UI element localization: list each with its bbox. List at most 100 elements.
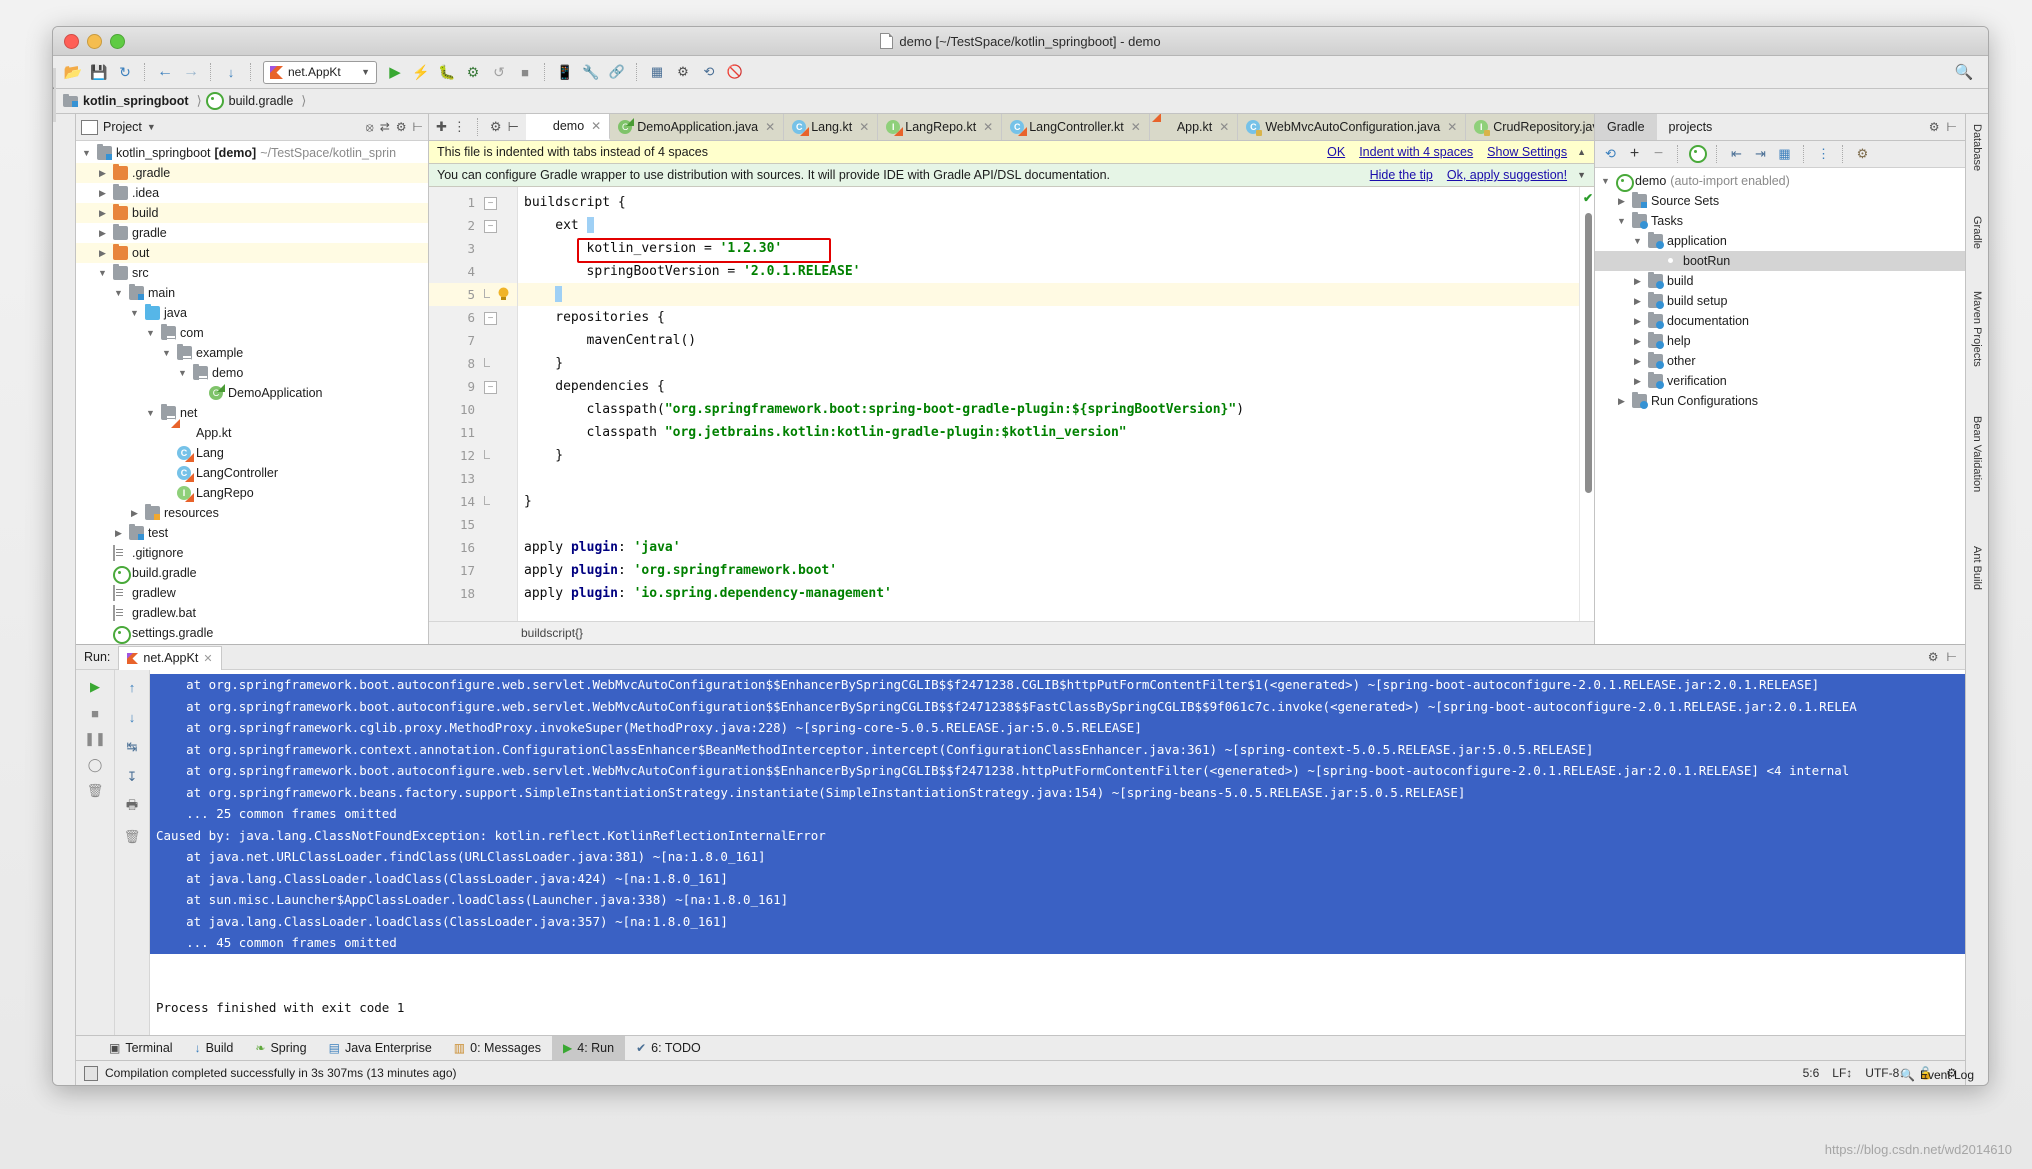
chevron-down-icon[interactable]: ▼ <box>147 122 156 132</box>
collapse-arrow-icon[interactable]: ▼ <box>160 348 173 358</box>
intention-bulb-icon[interactable] <box>497 287 510 301</box>
close-icon[interactable]: ✕ <box>983 120 993 134</box>
caret-position[interactable]: 5:6 <box>1803 1066 1820 1080</box>
tab-projects[interactable]: projects <box>1657 114 1725 140</box>
tree-row[interactable]: ▶ .idea <box>76 183 428 203</box>
close-icon[interactable]: ✕ <box>765 120 775 134</box>
sidebar-tab-web[interactable]: Web <box>53 904 56 934</box>
expand-arrow-icon[interactable]: ▶ <box>1631 336 1644 347</box>
gradle-tree-row[interactable]: ▶ documentation <box>1595 311 1965 331</box>
tool-window-button-run[interactable]: ▶ 4: Run <box>552 1036 626 1060</box>
gradle-tree-row[interactable]: ▶ Source Sets <box>1595 191 1965 211</box>
tree-row[interactable]: App.kt <box>76 423 428 443</box>
breadcrumb-item-project[interactable]: kotlin_springboot <box>61 93 195 108</box>
search-everywhere-icon[interactable]: 🔍 <box>1952 60 1976 84</box>
no-entry-icon[interactable]: 🚫 <box>723 60 747 84</box>
expand-all-icon[interactable]: ⇤ <box>1726 144 1747 165</box>
tree-row[interactable]: I LangRepo <box>76 483 428 503</box>
open-folder-icon[interactable]: 📂 <box>61 60 85 84</box>
expand-arrow-icon[interactable]: ▶ <box>112 528 125 539</box>
fold-end-icon[interactable] <box>484 450 490 459</box>
tree-row[interactable]: gradlew <box>76 583 428 603</box>
gradle-tree-row[interactable]: ▶ other <box>1595 351 1965 371</box>
collapse-arrow-icon[interactable]: ▼ <box>128 308 141 318</box>
expand-icon[interactable]: ⇄ <box>380 120 390 134</box>
history-icon[interactable]: ✚ <box>436 119 447 135</box>
sidebar-tab-structure[interactable]: 7: Structure <box>53 935 56 1000</box>
fold-collapse-icon[interactable]: − <box>484 197 497 210</box>
gradle-tree-row[interactable]: ▶ verification <box>1595 371 1965 391</box>
close-icon[interactable]: ✕ <box>203 652 212 665</box>
editor-tab[interactable]: C Lang.kt ✕ <box>784 114 879 140</box>
event-log-button[interactable]: 🔍 Event Log <box>1900 1068 1974 1082</box>
add-icon[interactable]: + <box>1624 144 1645 165</box>
collapse-all-icon[interactable]: ⇥ <box>1750 144 1771 165</box>
scroll-to-end-icon[interactable]: ↧ <box>121 766 143 788</box>
close-button[interactable] <box>64 33 79 49</box>
close-icon[interactable]: ✕ <box>591 119 601 133</box>
expand-arrow-icon[interactable]: ▶ <box>96 248 109 259</box>
gear-icon[interactable]: ⚙ <box>1928 650 1939 664</box>
breadcrumb-item-file[interactable]: build.gradle <box>204 92 300 110</box>
banner-link-hide-tip[interactable]: Hide the tip <box>1370 168 1433 182</box>
settings-icon[interactable]: ⚙ <box>671 60 695 84</box>
tool-window-button-todo[interactable]: ✔ 6: TODO <box>625 1036 712 1060</box>
banner-link-settings[interactable]: Show Settings <box>1487 145 1567 159</box>
trash-icon[interactable]: 🗑 <box>84 780 106 802</box>
forward-icon[interactable]: → <box>179 60 203 84</box>
collapse-arrow-icon[interactable]: ▼ <box>1631 236 1644 246</box>
tree-row[interactable]: build.gradle <box>76 563 428 584</box>
close-icon[interactable]: ✕ <box>1219 120 1229 134</box>
expand-arrow-icon[interactable]: ▶ <box>96 168 109 179</box>
diff-icon[interactable]: ⋮ <box>453 119 466 135</box>
tool-window-button-terminal[interactable]: ▣ Terminal <box>98 1036 184 1060</box>
tree-row[interactable]: C LangController <box>76 463 428 483</box>
editor-tabs[interactable]: demo ✕ C DemoApplication.java ✕ C Lang.kt ✕ I Lan… <box>525 114 1594 140</box>
hide-icon[interactable]: ⊢ <box>508 119 519 135</box>
close-icon[interactable]: ✕ <box>859 120 869 134</box>
sidebar-tab-bean-validation[interactable]: Bean Validation <box>1969 414 1985 494</box>
gradle-tree-row[interactable]: bootRun <box>1595 251 1965 271</box>
window-controls[interactable] <box>64 33 125 49</box>
expand-arrow-icon[interactable]: ▶ <box>96 188 109 199</box>
tree-row[interactable]: ▶ test <box>76 523 428 543</box>
project-tree[interactable]: ▼ kotlin_springboot [demo] ~/TestSpace/kotl… <box>76 141 428 644</box>
gear-icon[interactable]: ⚙ <box>396 120 407 134</box>
debug-icon[interactable]: 🐛 <box>435 60 459 84</box>
dump-threads-icon[interactable]: ◯ <box>84 754 106 776</box>
fold-end-icon[interactable] <box>484 496 490 505</box>
collapse-arrow-icon[interactable]: ▼ <box>112 288 125 298</box>
gradle-tree-row[interactable]: ▶ help <box>1595 331 1965 351</box>
gradle-tree-row[interactable]: ▼ Tasks <box>1595 211 1965 231</box>
collapse-arrow-icon[interactable]: ▼ <box>176 368 189 378</box>
expand-arrow-icon[interactable]: ▶ <box>1631 316 1644 327</box>
run-task-icon[interactable] <box>1687 144 1708 165</box>
group-modules-icon[interactable]: ▦ <box>1774 144 1795 165</box>
rerun-icon[interactable]: ▶ <box>84 676 106 698</box>
sidebar-tab-favorites[interactable]: 2: Favorites <box>53 764 56 829</box>
tool-window-bar[interactable]: ▣ Terminal ↓ Build ❧ Spring ▤ Java Enterprise ▥ 0… <box>76 1035 1965 1060</box>
tree-row[interactable]: ▼ com <box>76 323 428 343</box>
editor-gutter[interactable]: 1−2−3 4 5 6−7 8 9−10 11 12 13 14 15 16 17 18 <box>429 187 518 621</box>
stop-icon[interactable]: ■ <box>513 60 537 84</box>
down-icon[interactable]: ↓ <box>121 706 143 728</box>
minimize-button[interactable] <box>87 33 102 49</box>
toggle-toolwindows-icon[interactable] <box>84 1065 98 1081</box>
gradle-tree-row[interactable]: ▼ application <box>1595 231 1965 251</box>
tree-row[interactable]: ▶ resources <box>76 503 428 523</box>
collapse-arrow-icon[interactable]: ▼ <box>96 268 109 278</box>
run-configuration-selector[interactable]: net.AppKt ▼ <box>263 60 377 84</box>
fold-collapse-icon[interactable]: − <box>484 312 497 325</box>
rerun-icon[interactable]: ↺ <box>487 60 511 84</box>
expand-arrow-icon[interactable]: ▶ <box>1615 396 1628 407</box>
banner-link-indent[interactable]: Indent with 4 spaces <box>1359 145 1473 159</box>
save-all-icon[interactable]: 💾 <box>87 60 111 84</box>
run-icon[interactable]: ▶ <box>383 60 407 84</box>
expand-arrow-icon[interactable]: ▶ <box>128 508 141 519</box>
close-icon[interactable]: ✕ <box>1131 120 1141 134</box>
up-icon[interactable]: ↑ <box>121 676 143 698</box>
code-area[interactable]: 1−2−3 4 5 6−7 8 9−10 11 12 13 14 15 16 17 18 buildscr… <box>429 187 1594 621</box>
banner-link-ok[interactable]: OK <box>1327 145 1345 159</box>
tool-window-button-messages[interactable]: ▥ 0: Messages <box>443 1036 552 1060</box>
sidebar-tab-ant-build[interactable]: Ant Build <box>1969 544 1985 592</box>
